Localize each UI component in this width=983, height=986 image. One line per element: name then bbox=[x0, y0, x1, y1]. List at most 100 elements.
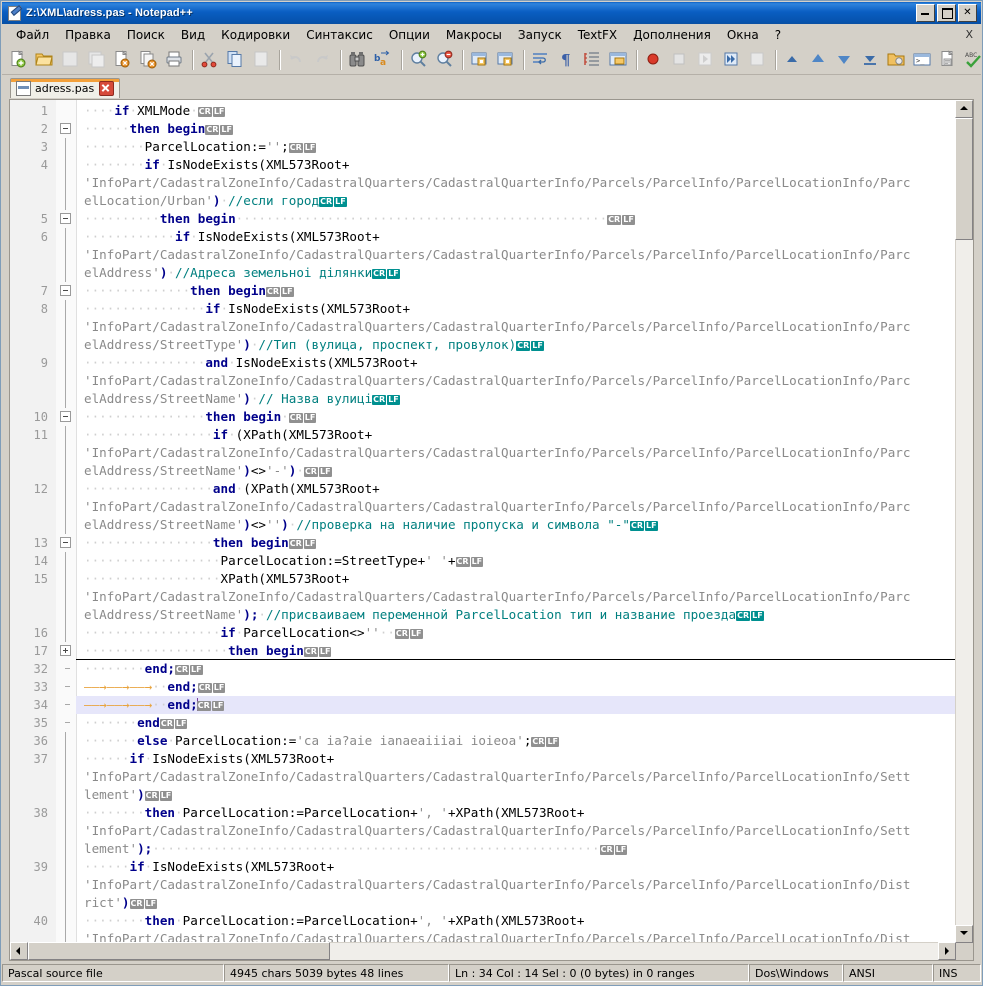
menu-item-12[interactable]: ? bbox=[767, 26, 789, 44]
menu-item-4[interactable]: Кодировки bbox=[213, 26, 298, 44]
code-line[interactable]: ········end;CR LF bbox=[76, 660, 956, 678]
code-line[interactable]: ··················XPath(XML573Root+ bbox=[76, 570, 956, 588]
save-file-icon[interactable] bbox=[59, 48, 83, 72]
code-line[interactable]: ················and·IsNodeExists(XML573R… bbox=[76, 354, 956, 372]
code-line[interactable]: ——→——→——→··end;CR LF bbox=[76, 678, 956, 696]
code-line[interactable]: ·······endCR LF bbox=[76, 714, 956, 732]
fold-margin[interactable] bbox=[56, 100, 77, 943]
bookmark-first-icon[interactable] bbox=[781, 48, 805, 72]
code-line[interactable]: ········ParcelLocation:='';CR LF bbox=[76, 138, 956, 156]
menu-item-2[interactable]: Поиск bbox=[119, 26, 173, 44]
sync-vertical-icon[interactable] bbox=[468, 48, 492, 72]
code-line[interactable]: ······if·IsNodeExists(XML573Root+ bbox=[76, 750, 956, 768]
code-line-wrapped[interactable]: elAddress/StreetName');·//присваиваем пе… bbox=[76, 606, 956, 624]
code-line-wrapped[interactable]: elAddress')·//Адреса земельноi дiлянкиCR… bbox=[76, 264, 956, 282]
replace-icon[interactable]: ba bbox=[372, 48, 396, 72]
code-line[interactable]: ·······else·ParcelLocation:='ca ia?aie i… bbox=[76, 732, 956, 750]
vertical-scrollbar[interactable] bbox=[955, 100, 973, 943]
minimize-button[interactable] bbox=[916, 4, 935, 22]
code-line[interactable]: ················if·IsNodeExists(XML573Ro… bbox=[76, 300, 956, 318]
menu-item-11[interactable]: Окна bbox=[719, 26, 767, 44]
status-encoding[interactable]: ANSI bbox=[843, 964, 933, 982]
status-insert-mode[interactable]: INS bbox=[933, 964, 981, 982]
code-line[interactable]: ···················then beginCR LF bbox=[76, 642, 956, 660]
word-wrap-icon[interactable] bbox=[529, 48, 553, 72]
code-line-wrapped[interactable]: rict')CR LF bbox=[76, 894, 956, 912]
open-folder-icon[interactable] bbox=[885, 48, 909, 72]
run-console-icon[interactable]: >_ bbox=[911, 48, 935, 72]
code-line-wrapped[interactable]: 'InfoPart/CadastralZoneInfo/CadastralQua… bbox=[76, 822, 956, 840]
fold-collapse-icon[interactable] bbox=[60, 537, 71, 548]
print-icon[interactable] bbox=[163, 48, 187, 72]
document-map-icon[interactable] bbox=[937, 48, 961, 72]
zoom-in-icon[interactable] bbox=[407, 48, 431, 72]
menu-item-7[interactable]: Макросы bbox=[438, 26, 510, 44]
code-line-wrapped[interactable]: elAddress/StreetName')·// Назва вулицiCR… bbox=[76, 390, 956, 408]
horizontal-scroll-thumb[interactable] bbox=[28, 942, 330, 960]
fold-collapse-icon[interactable] bbox=[60, 123, 71, 134]
spell-check-icon[interactable]: ABC bbox=[963, 48, 982, 72]
copy-icon[interactable] bbox=[224, 48, 248, 72]
bookmark-last-icon[interactable] bbox=[859, 48, 883, 72]
code-line-wrapped[interactable]: 'InfoPart/CadastralZoneInfo/CadastralQua… bbox=[76, 246, 956, 264]
redo-icon[interactable] bbox=[311, 48, 335, 72]
code-line[interactable]: ······then beginCR LF bbox=[76, 120, 956, 138]
code-line[interactable]: ··············then beginCR LF bbox=[76, 282, 956, 300]
open-file-icon[interactable] bbox=[33, 48, 57, 72]
zoom-out-icon[interactable] bbox=[433, 48, 457, 72]
fold-collapse-icon[interactable] bbox=[60, 213, 71, 224]
code-line-wrapped[interactable]: lement');·······························… bbox=[76, 840, 956, 858]
vertical-scroll-thumb[interactable] bbox=[955, 118, 973, 240]
code-line-wrapped[interactable]: lement')CR LF bbox=[76, 786, 956, 804]
code-line-current[interactable]: ——→——→——→··end;CR LF bbox=[76, 696, 956, 714]
fold-collapse-icon[interactable] bbox=[60, 285, 71, 296]
save-macro-icon[interactable] bbox=[746, 48, 770, 72]
close-document-icon[interactable]: X bbox=[965, 28, 973, 41]
menu-item-9[interactable]: TextFX bbox=[570, 26, 625, 44]
tab-adress-pas[interactable]: adress.pas bbox=[10, 78, 121, 98]
code-line[interactable]: ················then begin·CR LF bbox=[76, 408, 956, 426]
code-line-wrapped[interactable]: elAddress/StreetName')<>'')·//проверка н… bbox=[76, 516, 956, 534]
sync-horizontal-icon[interactable] bbox=[494, 48, 518, 72]
indent-guide-icon[interactable] bbox=[581, 48, 605, 72]
paste-icon[interactable] bbox=[250, 48, 274, 72]
close-button[interactable]: ✕ bbox=[958, 4, 977, 22]
scroll-left-button[interactable] bbox=[10, 942, 28, 960]
menu-item-6[interactable]: Опции bbox=[381, 26, 438, 44]
bookmark-prev-icon[interactable] bbox=[807, 48, 831, 72]
record-macro-icon[interactable] bbox=[642, 48, 666, 72]
code-line[interactable]: ······if·IsNodeExists(XML573Root+ bbox=[76, 858, 956, 876]
code-line-wrapped[interactable]: 'InfoPart/CadastralZoneInfo/CadastralQua… bbox=[76, 318, 956, 336]
code-line-wrapped[interactable]: elAddress/StreetName')<>'-')·CR LF bbox=[76, 462, 956, 480]
close-all-icon[interactable] bbox=[137, 48, 161, 72]
undo-icon[interactable] bbox=[285, 48, 309, 72]
stop-macro-icon[interactable] bbox=[668, 48, 692, 72]
code-line[interactable]: ········then·ParcelLocation:=ParcelLocat… bbox=[76, 804, 956, 822]
code-line-wrapped[interactable]: 'InfoPart/CadastralZoneInfo/CadastralQua… bbox=[76, 768, 956, 786]
code-line[interactable]: ·················if·(XPath(XML573Root+ bbox=[76, 426, 956, 444]
cut-icon[interactable] bbox=[198, 48, 222, 72]
code-line[interactable]: ··················ParcelLocation:=Street… bbox=[76, 552, 956, 570]
scroll-right-button[interactable] bbox=[938, 942, 956, 960]
maximize-button[interactable] bbox=[937, 4, 956, 22]
menu-item-5[interactable]: Синтаксис bbox=[298, 26, 381, 44]
code-line-wrapped[interactable]: elLocation/Urban')·//если городCR LF bbox=[76, 192, 956, 210]
status-eol-format[interactable]: Dos\Windows bbox=[749, 964, 843, 982]
menu-item-1[interactable]: Правка bbox=[57, 26, 119, 44]
code-line-wrapped[interactable]: 'InfoPart/CadastralZoneInfo/CadastralQua… bbox=[76, 498, 956, 516]
code-line-wrapped[interactable]: 'InfoPart/CadastralZoneInfo/CadastralQua… bbox=[76, 174, 956, 192]
save-all-icon[interactable] bbox=[85, 48, 109, 72]
code-line[interactable]: ··················if·ParcelLocation<>''·… bbox=[76, 624, 956, 642]
menu-item-10[interactable]: Дополнения bbox=[625, 26, 719, 44]
code-line[interactable]: ·················and·(XPath(XML573Root+ bbox=[76, 480, 956, 498]
code-line-wrapped[interactable]: 'InfoPart/CadastralZoneInfo/CadastralQua… bbox=[76, 444, 956, 462]
code-line[interactable]: ········then·ParcelLocation:=ParcelLocat… bbox=[76, 912, 956, 930]
scroll-down-button[interactable] bbox=[955, 925, 973, 943]
new-file-icon[interactable] bbox=[7, 48, 31, 72]
fold-expand-icon[interactable] bbox=[60, 645, 71, 656]
play-multiple-icon[interactable] bbox=[720, 48, 744, 72]
user-language-icon[interactable] bbox=[607, 48, 631, 72]
play-macro-icon[interactable] bbox=[694, 48, 718, 72]
horizontal-scrollbar[interactable] bbox=[10, 942, 956, 960]
show-all-chars-icon[interactable]: ¶ bbox=[555, 48, 579, 72]
